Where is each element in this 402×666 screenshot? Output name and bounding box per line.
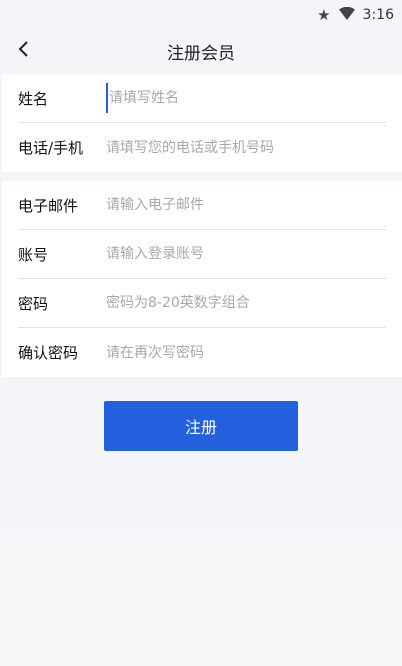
email-input[interactable] <box>106 190 386 220</box>
phone-label: 电话/手机 <box>18 139 84 157</box>
form-row-phone: 电话/手机 <box>18 123 386 172</box>
phone-input[interactable] <box>106 132 386 163</box>
wifi-icon <box>338 6 355 23</box>
password-input[interactable] <box>106 288 386 318</box>
form-row-password: 密码 <box>18 279 386 328</box>
clock: 3:16 <box>362 7 394 23</box>
top-bar: 注册会员 <box>0 30 402 72</box>
status-bar: ★ 3:16 <box>0 0 402 30</box>
form-row-name: 姓名 <box>18 74 386 123</box>
empty-area <box>0 530 402 666</box>
email-label: 电子邮件 <box>18 196 79 215</box>
register-button[interactable]: 注册 <box>104 401 298 451</box>
contact-info-card: 姓名 电话/手机 <box>2 74 402 172</box>
star-icon: ★ <box>317 5 331 24</box>
account-info-card: 电子邮件 账号 密码 确认密码 <box>2 181 402 377</box>
form-row-confirm-password: 确认密码 <box>18 328 386 377</box>
back-button[interactable] <box>12 38 34 64</box>
account-label: 账号 <box>18 245 49 264</box>
password-label: 密码 <box>18 294 49 313</box>
form-row-account: 账号 <box>18 230 386 279</box>
confirm-password-input[interactable] <box>106 337 386 368</box>
name-input[interactable] <box>106 83 386 113</box>
chevron-left-icon <box>17 40 29 62</box>
page-title: 注册会员 <box>167 43 235 64</box>
confirm-password-label: 确认密码 <box>18 344 79 362</box>
account-input[interactable] <box>106 239 386 269</box>
submit-area: 注册 <box>0 401 402 451</box>
form-row-email: 电子邮件 <box>18 181 386 230</box>
name-label: 姓名 <box>18 89 49 108</box>
